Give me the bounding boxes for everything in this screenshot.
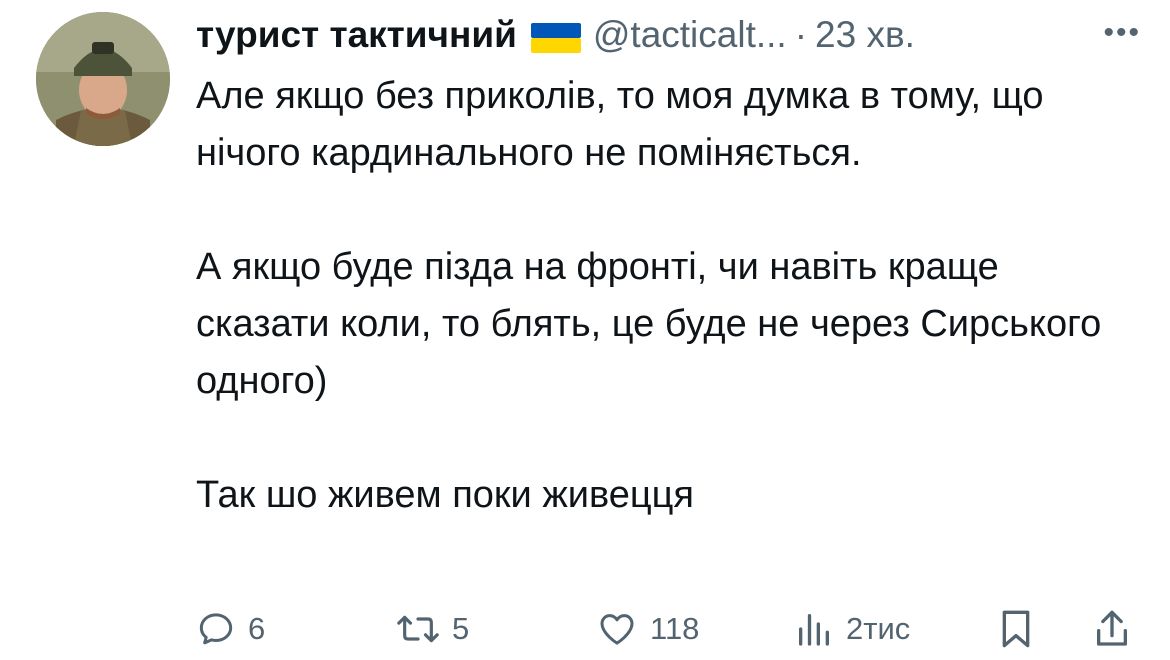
retweet-count: 5 (452, 611, 470, 646)
more-dots-icon[interactable]: ••• (1103, 16, 1141, 50)
tweet-paragraph-3: Так шо живем поки живецця (196, 474, 694, 516)
display-name[interactable]: турист тактичний (196, 14, 517, 56)
like-button[interactable]: 118 (596, 604, 699, 654)
user-handle[interactable]: @tacticalt... (593, 14, 787, 56)
avatar-image (36, 12, 170, 146)
views-icon (799, 614, 829, 646)
tweet-text: Але якщо без приколів, то моя думка в то… (196, 68, 1126, 524)
views-button[interactable]: 2тис (794, 604, 910, 654)
avatar[interactable] (36, 12, 170, 146)
tweet-header: турист тактичний @tacticalt... · 23 хв. … (196, 12, 1141, 58)
views-count: 2тис (846, 611, 911, 646)
reply-count: 6 (248, 611, 266, 646)
action-bar: 6 5 118 2тис (196, 604, 1136, 654)
ukraine-flag-icon (530, 20, 581, 53)
reply-icon (199, 613, 233, 645)
retweet-icon (397, 615, 439, 643)
tweet-paragraph-1: Але якщо без приколів, то моя думка в то… (196, 75, 1044, 174)
separator-dot: · (794, 14, 808, 55)
like-count: 118 (650, 611, 700, 646)
heart-icon (600, 614, 634, 645)
reply-button[interactable]: 6 (196, 604, 265, 654)
retweet-button[interactable]: 5 (396, 604, 469, 654)
bookmark-icon (1002, 610, 1030, 648)
tweet-paragraph-2: А якщо буде пізда на фронті, чи навіть к… (196, 246, 1102, 402)
timestamp[interactable]: 23 хв. (815, 14, 915, 56)
bookmark-button[interactable] (996, 604, 1036, 654)
share-button[interactable] (1092, 604, 1132, 654)
share-icon (1097, 610, 1127, 646)
